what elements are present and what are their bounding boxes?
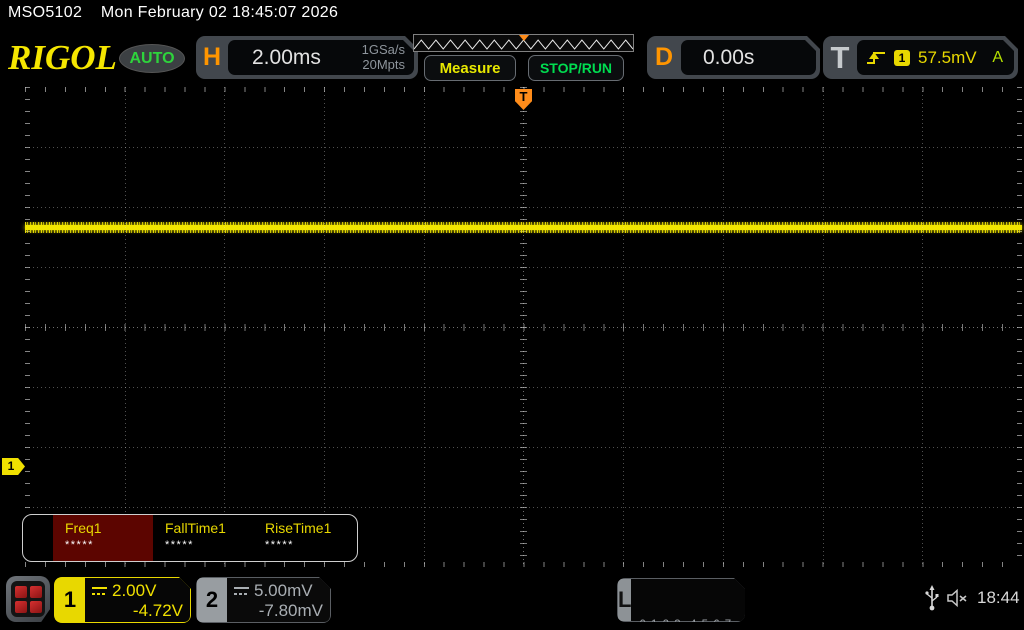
vertical-gridline bbox=[623, 87, 624, 567]
measurement-value: ***** bbox=[265, 539, 353, 551]
horizontal-panel[interactable]: H 2.00ms 1GSa/s 20Mpts bbox=[196, 36, 418, 79]
usb-icon bbox=[925, 585, 939, 611]
measurement-panel: Freq1 ***** FallTime1 ***** RiseTime1 **… bbox=[22, 514, 358, 562]
clock: 18:44 bbox=[977, 588, 1020, 608]
trigger-label: T bbox=[823, 40, 857, 76]
acquire-mode-badge[interactable]: AUTO bbox=[119, 44, 185, 73]
trigger-position-marker[interactable]: T bbox=[515, 89, 532, 110]
dc-coupling-icon bbox=[234, 587, 249, 595]
horizontal-gridline bbox=[25, 207, 1022, 208]
model-name: MSO5102 bbox=[8, 4, 82, 21]
vertical-gridline bbox=[224, 87, 225, 567]
measurement-value: ***** bbox=[165, 539, 253, 551]
trigger-level-value: 57.5mV bbox=[918, 48, 977, 68]
quick-menu-button[interactable] bbox=[6, 576, 50, 622]
timebase-value: 2.00ms bbox=[252, 46, 362, 70]
graticule: T bbox=[25, 87, 1022, 567]
channel1-ground-marker[interactable]: 1 bbox=[2, 458, 25, 475]
channel1-number-tab: 1 bbox=[55, 578, 85, 622]
measurement-label: RiseTime1 bbox=[265, 520, 353, 536]
horizontal-gridline bbox=[25, 267, 1022, 268]
vertical-gridline bbox=[424, 87, 425, 567]
channel1-scale: 2.00V bbox=[112, 581, 156, 601]
horizontal-gridline bbox=[25, 507, 1022, 508]
vertical-gridline bbox=[723, 87, 724, 567]
channel2-scale: 5.00mV bbox=[254, 581, 313, 601]
overview-zigzag-trace bbox=[414, 40, 633, 49]
channel1-trace bbox=[25, 222, 1022, 233]
logic-analyzer-tab: L bbox=[618, 579, 631, 621]
measurement-item-risetime1[interactable]: RiseTime1 ***** bbox=[253, 515, 353, 561]
vertical-gridline bbox=[922, 87, 923, 567]
trigger-sweep-mode: A bbox=[992, 49, 1003, 67]
oscilloscope-screen: MSO5102 Mon February 02 18:45:07 2026 RI… bbox=[0, 0, 1024, 630]
vertical-gridline bbox=[324, 87, 325, 567]
channel2-number-tab: 2 bbox=[197, 578, 227, 622]
trigger-source-badge: 1 bbox=[894, 50, 910, 66]
vertical-gridline bbox=[125, 87, 126, 567]
run-stop-button[interactable]: STOP/RUN bbox=[528, 55, 624, 81]
delay-panel[interactable]: D 0.00s bbox=[647, 36, 820, 79]
overview-trigger-position-icon bbox=[519, 35, 529, 41]
horizontal-gridline bbox=[25, 387, 1022, 388]
quick-menu-icon bbox=[11, 581, 45, 617]
sample-rate: 1GSa/s bbox=[362, 43, 405, 58]
delay-value: 0.00s bbox=[703, 46, 754, 70]
horizontal-gridline bbox=[25, 147, 1022, 148]
datetime: Mon February 02 18:45:07 2026 bbox=[101, 4, 338, 21]
rising-edge-icon bbox=[866, 50, 886, 66]
dc-coupling-icon bbox=[92, 587, 107, 595]
delay-label: D bbox=[647, 43, 681, 72]
memory-depth: 20Mpts bbox=[362, 58, 405, 73]
sample-rate-depth: 1GSa/s 20Mpts bbox=[362, 43, 405, 73]
horizontal-gridline bbox=[25, 447, 1022, 448]
measurement-value: ***** bbox=[65, 539, 153, 551]
logic-channels-row1: 0 1 2 3 4 5 6 7 bbox=[639, 617, 745, 622]
title-bar: MSO5102 Mon February 02 18:45:07 2026 bbox=[8, 4, 338, 22]
measurement-item-falltime1[interactable]: FallTime1 ***** bbox=[153, 515, 253, 561]
center-horizontal-ticks bbox=[25, 324, 1022, 331]
channel1-status-panel[interactable]: 1 2.00V -4.72V bbox=[54, 577, 191, 623]
channel2-status-panel[interactable]: 2 5.00mV -7.80mV bbox=[196, 577, 331, 623]
measurement-label: FallTime1 bbox=[165, 520, 253, 536]
speaker-muted-icon[interactable] bbox=[946, 588, 970, 608]
channel1-offset: -4.72V bbox=[92, 601, 183, 621]
rigol-logo: RIGOL bbox=[8, 38, 117, 78]
logic-analyzer-panel[interactable]: L 0 1 2 3 4 5 6 7 8 9 1011 12131415 bbox=[617, 578, 745, 622]
channel2-offset: -7.80mV bbox=[234, 601, 323, 621]
measure-button[interactable]: Measure bbox=[424, 55, 516, 81]
waveform-overview-strip[interactable] bbox=[413, 34, 634, 52]
measurement-label: Freq1 bbox=[65, 520, 153, 536]
trigger-panel[interactable]: T 1 57.5mV A bbox=[823, 36, 1018, 79]
measurement-item-freq1[interactable]: Freq1 ***** bbox=[53, 515, 153, 561]
vertical-gridline bbox=[823, 87, 824, 567]
horizontal-label: H bbox=[196, 43, 228, 72]
logic-channel-list: 0 1 2 3 4 5 6 7 8 9 1011 12131415 bbox=[631, 579, 745, 621]
